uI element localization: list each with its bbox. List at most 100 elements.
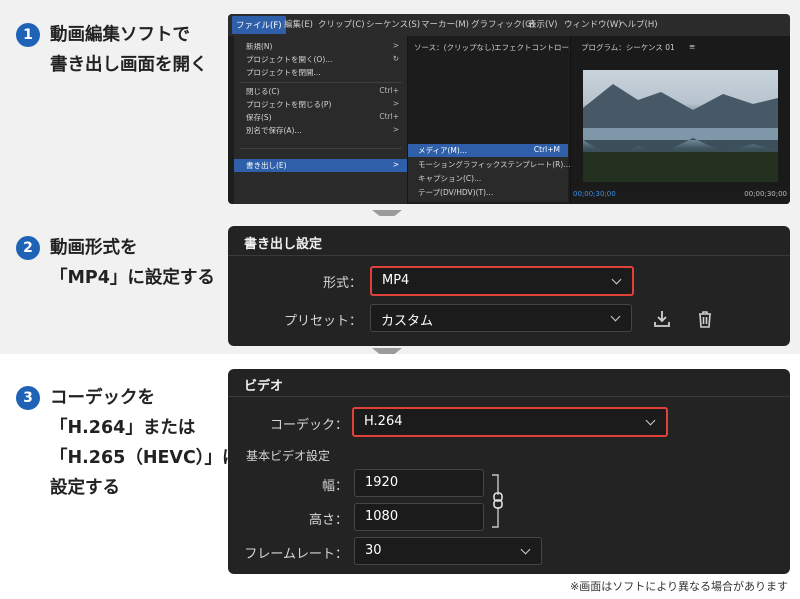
- link-aspect-ratio-icon[interactable]: [490, 473, 508, 529]
- timecode-current: 00;00;30;00: [573, 190, 616, 198]
- codec-label: コーデック：: [269, 418, 348, 433]
- submenu-item-media[interactable]: メディア(M)... Ctrl+M: [408, 144, 568, 157]
- menu-window[interactable]: ウィンドウ(W): [564, 18, 622, 30]
- video-preview: [583, 70, 778, 182]
- export-settings-title: 書き出し設定: [244, 237, 323, 252]
- file-menu-dropdown: 新規(N) > プロジェクトを開く(O)... ↻ プロジェクトを閉開... 閉じる…: [234, 36, 408, 204]
- width-field[interactable]: 1920: [354, 469, 484, 497]
- step-1-line-1: 動画編集ソフトで: [50, 25, 190, 45]
- width-value: 1920: [365, 475, 399, 490]
- codec-select-value: H.264: [364, 414, 403, 429]
- framerate-label: フレームレート：: [244, 547, 348, 562]
- height-value: 1080: [365, 509, 399, 524]
- mountain-lake-image: [583, 84, 778, 182]
- format-select-value: MP4: [382, 273, 410, 288]
- premiere-screenshot: ファイル(F) 編集(E) クリップ(C) シーケンス(S) マーカー(M) グ…: [228, 14, 790, 204]
- step-3-line-4: 設定する: [50, 478, 120, 498]
- menu-item-save-as[interactable]: 別名で保存(A)... >: [234, 124, 407, 137]
- step-3-row: 3 コーデックを 「H.264」または 「H.265（HEVC）」に 設定する …: [0, 354, 800, 599]
- menu-item-browse-project[interactable]: プロジェクトを閉開...: [234, 66, 407, 79]
- panel-menu-icon[interactable]: ≡: [689, 42, 695, 51]
- step-1-text: 動画編集ソフトで 書き出し画面を開く: [20, 20, 208, 80]
- preset-select[interactable]: カスタム: [370, 304, 632, 332]
- framerate-select[interactable]: 30: [354, 537, 542, 565]
- trash-icon[interactable]: [694, 308, 716, 330]
- chevron-down-icon: [520, 544, 531, 555]
- menu-marker[interactable]: マーカー(M): [421, 18, 469, 30]
- framerate-select-value: 30: [365, 543, 382, 558]
- menu-sequence[interactable]: シーケンス(S): [366, 18, 420, 30]
- menu-item-save[interactable]: 保存(S) Ctrl+: [234, 111, 407, 124]
- panel-header: ビデオ: [228, 369, 790, 397]
- video-settings-title: ビデオ: [244, 379, 284, 394]
- submenu-arrow-icon: >: [392, 160, 399, 169]
- menu-item-label: 閉じる(C): [246, 87, 280, 96]
- panel-header: 書き出し設定: [228, 226, 790, 256]
- step-2-line-1: 動画形式を: [50, 238, 138, 258]
- timecode-duration: 00;00;30;00: [744, 190, 787, 198]
- submenu-arrow-icon: >: [392, 99, 399, 108]
- menu-divider: [240, 82, 402, 83]
- step-3-line-2: 「H.264」または: [50, 418, 196, 438]
- menu-item-label: テープ(DV/HDV)(T)...: [418, 188, 494, 197]
- menu-divider: [240, 148, 402, 149]
- shortcut-text: Ctrl+M: [533, 145, 560, 154]
- tab-source[interactable]: ソース：(クリップなし): [414, 42, 494, 53]
- menu-item-close-project[interactable]: プロジェクトを閉じる(P) >: [234, 98, 407, 111]
- chevron-down-icon: [610, 311, 621, 322]
- codec-select[interactable]: H.264: [352, 407, 668, 437]
- submenu-arrow-icon: >: [392, 125, 399, 134]
- video-settings-panel: ビデオ コーデック： H.264 基本ビデオ設定 幅： 1920 高さ： 108…: [228, 369, 790, 574]
- menu-item-new[interactable]: 新規(N) >: [234, 40, 407, 53]
- menu-item-export[interactable]: 書き出し(E) >: [234, 159, 407, 172]
- menu-item-open-project[interactable]: プロジェクトを開く(O)... ↻: [234, 53, 407, 66]
- menu-item-label: キャプション(C)...: [418, 174, 482, 183]
- export-settings-panel: 書き出し設定 形式： MP4 プリセット： カスタム: [228, 226, 790, 346]
- step-1-line-2: 書き出し画面を開く: [50, 55, 208, 75]
- format-select[interactable]: MP4: [370, 266, 634, 296]
- menu-view[interactable]: 表示(V): [528, 18, 557, 30]
- menu-item-label: メディア(M)...: [418, 146, 467, 155]
- footnote: ※画面はソフトにより異なる場合があります: [570, 580, 788, 593]
- step-2-text: 動画形式を 「MP4」に設定する: [20, 233, 215, 293]
- menu-item-label: プロジェクトを閉開...: [246, 68, 321, 77]
- menu-graphics[interactable]: グラフィック(G): [471, 18, 535, 30]
- menu-item-label: モーショングラフィックステンプレート(R)...: [418, 160, 571, 169]
- menu-item-label: 新規(N): [246, 42, 273, 51]
- tab-effect-controls[interactable]: エフェクトコントロール: [494, 42, 577, 53]
- recent-icon: ↻: [392, 54, 399, 63]
- preset-label: プリセット：: [283, 314, 362, 329]
- submenu-item-captions[interactable]: キャプション(C)...: [408, 172, 568, 185]
- preset-select-value: カスタム: [381, 314, 434, 329]
- timeline-bar[interactable]: 00;00;30;00 00;00;30;00: [571, 186, 790, 204]
- export-submenu: メディア(M)... Ctrl+M モーショングラフィックステンプレート(R)..…: [408, 144, 571, 202]
- format-label: 形式：: [322, 276, 362, 291]
- menu-bar: ファイル(F) 編集(E) クリップ(C) シーケンス(S) マーカー(M) グ…: [228, 14, 790, 36]
- step-2-line-2: 「MP4」に設定する: [50, 268, 215, 288]
- menu-item-label: プロジェクトを開く(O)...: [246, 55, 333, 64]
- source-panel: ソース：(クリップなし) エフェクトコントロール: [408, 36, 577, 144]
- menu-item-label: プロジェクトを閉じる(P): [246, 100, 332, 109]
- width-label: 幅：: [321, 479, 348, 494]
- submenu-item-mogrt[interactable]: モーショングラフィックステンプレート(R)...: [408, 158, 571, 171]
- menu-item-label: 保存(S): [246, 113, 272, 122]
- chevron-down-icon: [611, 274, 622, 285]
- shortcut-text: Ctrl+: [379, 112, 399, 121]
- tab-program[interactable]: プログラム：シーケンス 01: [581, 42, 675, 53]
- step-3-line-3: 「H.265（HEVC）」に: [50, 448, 240, 468]
- height-field[interactable]: 1080: [354, 503, 484, 531]
- shortcut-text: Ctrl+: [379, 86, 399, 95]
- basic-video-heading: 基本ビデオ設定: [246, 449, 331, 463]
- step-2-row: 2 動画形式を 「MP4」に設定する 書き出し設定 形式： MP4 プリセット：…: [0, 216, 800, 354]
- menu-item-close[interactable]: 閉じる(C) Ctrl+: [234, 85, 407, 98]
- step-1-row: 1 動画編集ソフトで 書き出し画面を開く ファイル(F) 編集(E) クリップ(…: [0, 0, 800, 216]
- menu-file[interactable]: ファイル(F): [232, 16, 286, 34]
- menu-edit[interactable]: 編集(E): [284, 18, 313, 30]
- menu-help[interactable]: ヘルプ(H): [619, 18, 658, 30]
- menu-item-label: 別名で保存(A)...: [246, 126, 302, 135]
- submenu-item-tape[interactable]: テープ(DV/HDV)(T)...: [408, 186, 568, 199]
- program-monitor: プログラム：シーケンス 01 ≡ 00;00;30;00 00;00;30;00: [570, 36, 790, 204]
- submenu-arrow-icon: >: [392, 41, 399, 50]
- download-preset-icon[interactable]: [651, 308, 673, 330]
- menu-clip[interactable]: クリップ(C): [318, 18, 365, 30]
